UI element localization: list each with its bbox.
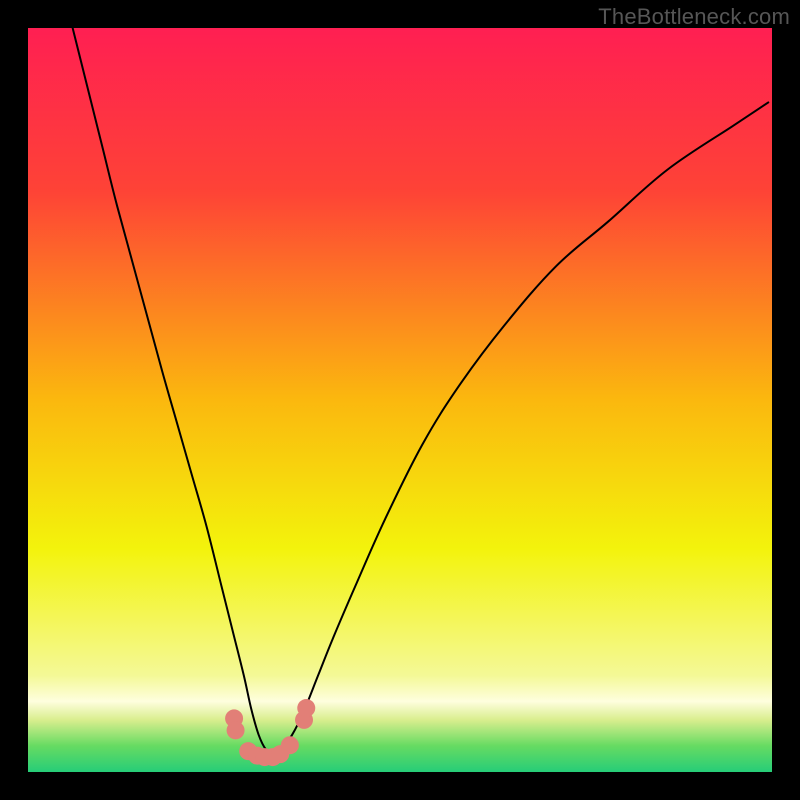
- chart-background: [28, 28, 772, 772]
- chart-frame: TheBottleneck.com: [0, 0, 800, 800]
- watermark-text: TheBottleneck.com: [598, 4, 790, 30]
- chart-canvas: [0, 0, 800, 800]
- marker: [227, 721, 245, 739]
- marker: [297, 699, 315, 717]
- marker: [281, 736, 299, 754]
